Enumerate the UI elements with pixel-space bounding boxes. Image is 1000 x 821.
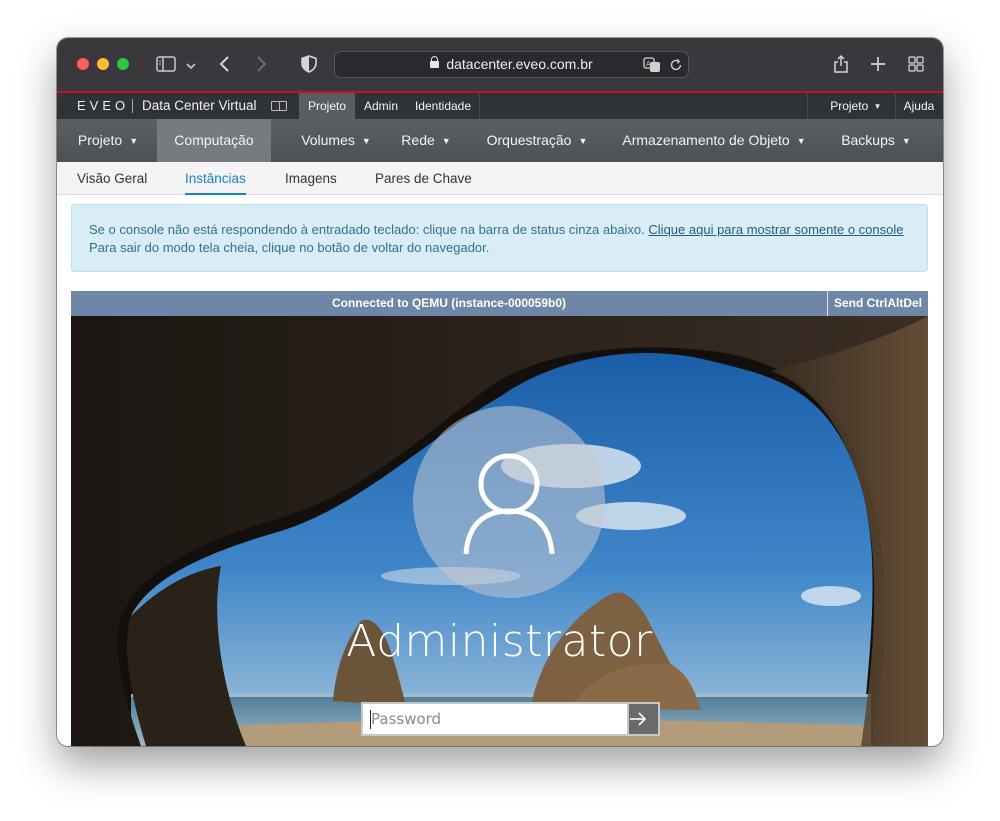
share-icon[interactable]	[832, 52, 850, 76]
chevron-down-icon: ▾	[875, 101, 880, 111]
text-cursor	[370, 710, 371, 729]
nav-item-backups[interactable]: Backups ▼	[831, 119, 921, 162]
nav-item-computacao[interactable]: Computação	[157, 119, 271, 162]
subnav-item-instancias[interactable]: Instâncias	[185, 162, 246, 195]
chevron-down-icon: ▼	[129, 136, 139, 146]
submit-arrow-button[interactable]	[627, 702, 660, 736]
brand-logo[interactable]: EVEO	[77, 93, 129, 119]
vm-console-screen[interactable]: Administrator	[71, 316, 928, 746]
back-icon[interactable]	[217, 52, 233, 76]
alert-line-2: Para sair do modo tela cheia, clique no …	[89, 240, 490, 255]
subnav-item-visao-geral[interactable]: Visão Geral	[77, 162, 147, 195]
sidebar-icon[interactable]	[155, 52, 177, 76]
chevron-down-icon: ▼	[901, 136, 911, 146]
close-window-button[interactable]	[77, 58, 89, 70]
console-status-text: Connected to QEMU (instance-000059b0)	[331, 296, 567, 310]
browser-toolbar: datacenter.eveo.com.br A	[57, 38, 943, 91]
chevron-down-icon: ▼	[361, 136, 371, 146]
password-input[interactable]	[361, 702, 627, 736]
shield-icon[interactable]	[300, 52, 318, 76]
lock-icon	[430, 56, 440, 68]
topbar-link-identidade[interactable]: Identidade	[407, 93, 479, 119]
translate-icon[interactable]: A	[643, 52, 661, 81]
subnav-item-imagens[interactable]: Imagens	[285, 162, 337, 195]
alert-line-1: Se o console não está respondendo à entr…	[89, 221, 911, 239]
nav-item-orquestracao[interactable]: Orquestração ▼	[477, 119, 597, 162]
nav-label: Volumes	[301, 132, 355, 148]
minimize-window-button[interactable]	[97, 58, 109, 70]
reload-icon[interactable]	[669, 52, 683, 80]
main-nav: Projeto ▼ Computação Volumes ▼ Rede ▼ Orque…	[57, 119, 943, 162]
forward-icon[interactable]	[253, 52, 269, 76]
tab-overview-icon[interactable]	[906, 52, 926, 76]
login-username: Administrator	[346, 616, 653, 667]
project-menu-dropdown[interactable]: Projeto ▾	[817, 93, 893, 119]
project-menu-label: Projeto	[830, 99, 869, 113]
help-link[interactable]: Ajuda	[899, 93, 939, 119]
nav-item-projeto[interactable]: Projeto ▼	[63, 119, 153, 162]
brand-title: Data Center Virtual	[142, 98, 257, 113]
send-ctrl-alt-del-button[interactable]: Send CtrlAltDel	[827, 291, 928, 316]
horizon-topbar: EVEO Data Center Virtual Projeto Admin I…	[57, 93, 943, 119]
topbar-link-projeto[interactable]: Projeto	[299, 93, 355, 119]
url-text: datacenter.eveo.com.br	[446, 56, 593, 72]
chevron-down-icon: ▼	[578, 136, 588, 146]
console-info-alert: Se o console não está respondendo à entr…	[71, 204, 928, 272]
topbar-link-admin[interactable]: Admin	[355, 93, 407, 119]
new-tab-icon[interactable]	[868, 52, 888, 76]
book-icon	[271, 101, 287, 111]
console-status-bar[interactable]: Connected to QEMU (instance-000059b0) Se…	[71, 291, 928, 316]
nav-item-armazenamento[interactable]: Armazenamento de Objeto ▼	[619, 119, 809, 162]
svg-text:A: A	[646, 60, 651, 68]
topbar-divider	[895, 93, 896, 119]
nav-label: Projeto	[77, 132, 123, 148]
nav-label: Armazenamento de Objeto	[622, 132, 790, 148]
nav-label: Backups	[841, 132, 895, 148]
chevron-down-icon: ▼	[441, 136, 451, 146]
nav-item-volumes[interactable]: Volumes ▼	[283, 119, 389, 162]
browser-window: datacenter.eveo.com.br A EVEO Data Cente…	[57, 38, 943, 746]
subnav-item-pares-de-chave[interactable]: Pares de Chave	[375, 162, 472, 195]
topbar-divider	[479, 93, 480, 119]
chevron-down-icon[interactable]	[184, 52, 198, 76]
user-icon	[463, 453, 555, 555]
nav-label: Computação	[174, 132, 254, 148]
address-bar[interactable]: datacenter.eveo.com.br A	[334, 51, 689, 78]
zoom-window-button[interactable]	[117, 58, 129, 70]
chevron-down-icon: ▼	[796, 136, 806, 146]
nav-label: Rede	[401, 132, 435, 148]
show-console-only-link[interactable]: Clique aqui para mostrar somente o conso…	[648, 222, 903, 237]
nav-label: Orquestração	[486, 132, 572, 148]
arrow-right-icon	[630, 712, 647, 726]
alert-text: Se o console não está respondendo à entr…	[89, 222, 645, 237]
sub-nav: Visão Geral Instâncias Imagens Pares de …	[57, 162, 943, 195]
topbar-divider	[807, 93, 808, 119]
user-avatar	[413, 406, 605, 598]
nav-item-rede[interactable]: Rede ▼	[391, 119, 461, 162]
brand-divider	[132, 99, 133, 113]
